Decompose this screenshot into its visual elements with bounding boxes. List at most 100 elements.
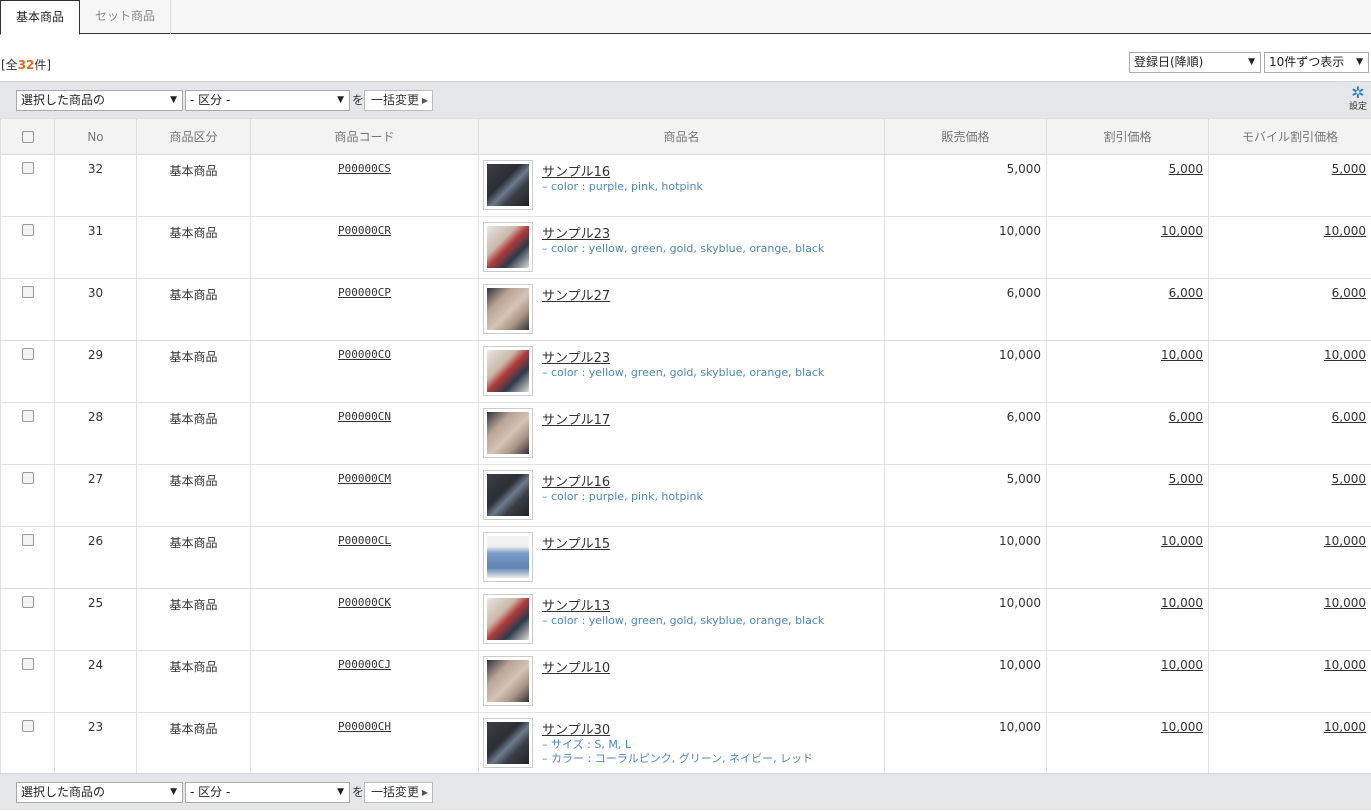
row-no: 27 [54, 464, 137, 527]
product-name-block: サンプル15 [542, 533, 610, 552]
row-type: 基本商品 [136, 588, 251, 651]
product-name-link[interactable]: サンプル16 [542, 471, 703, 490]
bulk-target-select[interactable]: 選択した商品の ▼ [16, 90, 183, 111]
discount-price-link[interactable]: 5,000 [1169, 472, 1203, 486]
product-image [487, 288, 529, 330]
mobile-discount-link[interactable]: 10,000 [1324, 596, 1366, 610]
header-name[interactable]: 商品名 [478, 118, 885, 155]
product-thumbnail[interactable] [483, 656, 533, 706]
row-type: 基本商品 [136, 464, 251, 527]
header-mobile-discount[interactable]: モバイル割引価格 [1208, 118, 1371, 155]
row-checkbox[interactable] [21, 658, 34, 670]
header-discount[interactable]: 割引価格 [1046, 118, 1209, 155]
product-thumbnail[interactable] [483, 222, 533, 272]
count-number: 32 [17, 58, 35, 72]
mobile-discount-link[interactable]: 10,000 [1324, 658, 1366, 672]
row-mobile-cell: 6,000 [1208, 278, 1371, 341]
product-name-block: サンプル16 – color : purple, pink, hotpink [542, 471, 703, 504]
row-type: 基本商品 [136, 278, 251, 341]
product-code-link[interactable]: P00000CO [338, 348, 391, 361]
row-type: 基本商品 [136, 402, 251, 465]
row-checkbox[interactable] [21, 286, 34, 298]
discount-price-link[interactable]: 6,000 [1169, 286, 1203, 300]
product-option: – カラー : コーラルピンク, グリーン, ネイビー, レッド [542, 752, 814, 765]
product-name-link[interactable]: サンプル17 [542, 409, 610, 428]
bulk-change-button-bottom[interactable]: 一括変更 ▶ [364, 782, 433, 803]
row-select-cell [0, 278, 55, 341]
row-price: 6,000 [884, 402, 1047, 465]
product-name-link[interactable]: サンプル16 [542, 161, 703, 180]
product-name-link[interactable]: サンプル13 [542, 595, 824, 614]
discount-price-link[interactable]: 10,000 [1161, 658, 1203, 672]
discount-price-link[interactable]: 5,000 [1169, 162, 1203, 176]
bulk-field-select-bottom[interactable]: - 区分 - ▼ [185, 782, 350, 803]
tab-set-products[interactable]: セット商品 [80, 0, 171, 34]
product-name-link[interactable]: サンプル15 [542, 533, 610, 552]
mobile-discount-link[interactable]: 10,000 [1324, 224, 1366, 238]
product-name-link[interactable]: サンプル30 [542, 719, 813, 738]
header-type[interactable]: 商品区分 [136, 118, 251, 155]
product-code-link[interactable]: P00000CR [338, 224, 391, 237]
row-name-cell: サンプル17 [478, 402, 885, 465]
mobile-discount-link[interactable]: 6,000 [1332, 286, 1366, 300]
product-thumbnail[interactable] [483, 532, 533, 582]
product-thumbnail[interactable] [483, 408, 533, 458]
discount-price-link[interactable]: 10,000 [1161, 348, 1203, 362]
product-thumbnail[interactable] [483, 160, 533, 210]
row-select-cell [0, 526, 55, 589]
product-code-link[interactable]: P00000CJ [338, 658, 391, 671]
row-checkbox[interactable] [21, 720, 34, 732]
tab-basic-products[interactable]: 基本商品 [0, 0, 80, 35]
row-price: 5,000 [884, 154, 1047, 217]
row-checkbox[interactable] [21, 410, 34, 422]
mobile-discount-link[interactable]: 10,000 [1324, 720, 1366, 734]
mobile-discount-link[interactable]: 6,000 [1332, 410, 1366, 424]
row-checkbox[interactable] [21, 534, 34, 546]
product-name-link[interactable]: サンプル23 [542, 347, 824, 366]
sort-order-select[interactable]: 登録日(降順) ▼ [1129, 52, 1261, 73]
table-row: 27 基本商品 P00000CM サンプル16 – color : purple… [0, 464, 1371, 527]
product-code-link[interactable]: P00000CL [338, 534, 391, 547]
bulk-change-button[interactable]: 一括変更 ▶ [364, 90, 433, 111]
mobile-discount-link[interactable]: 10,000 [1324, 348, 1366, 362]
product-code-link[interactable]: P00000CK [338, 596, 391, 609]
product-name-link[interactable]: サンプル10 [542, 657, 610, 676]
discount-price-link[interactable]: 10,000 [1161, 596, 1203, 610]
discount-price-link[interactable]: 6,000 [1169, 410, 1203, 424]
row-no: 24 [54, 650, 137, 713]
per-page-select[interactable]: 10件ずつ表示 ▼ [1264, 52, 1369, 73]
product-thumbnail[interactable] [483, 346, 533, 396]
mobile-discount-link[interactable]: 5,000 [1332, 472, 1366, 486]
bulk-field-select[interactable]: - 区分 - ▼ [185, 90, 350, 111]
product-thumbnail[interactable] [483, 594, 533, 644]
settings-button[interactable]: ✲ 設定 [1347, 85, 1369, 117]
bulk-target-select-bottom[interactable]: 選択した商品の ▼ [16, 782, 183, 803]
product-code-link[interactable]: P00000CM [338, 472, 391, 485]
row-checkbox[interactable] [21, 472, 34, 484]
product-code-link[interactable]: P00000CS [338, 162, 391, 175]
product-thumbnail[interactable] [483, 284, 533, 334]
product-name-link[interactable]: サンプル27 [542, 285, 610, 304]
mobile-discount-link[interactable]: 5,000 [1332, 162, 1366, 176]
product-code-link[interactable]: P00000CP [338, 286, 391, 299]
row-name-cell: サンプル13 – color : yellow, green, gold, sk… [478, 588, 885, 651]
row-checkbox[interactable] [21, 348, 34, 360]
header-price[interactable]: 販売価格 [884, 118, 1047, 155]
discount-price-link[interactable]: 10,000 [1161, 534, 1203, 548]
header-no[interactable]: No [54, 118, 137, 155]
discount-price-link[interactable]: 10,000 [1161, 720, 1203, 734]
row-checkbox[interactable] [21, 162, 34, 174]
mobile-discount-link[interactable]: 10,000 [1324, 534, 1366, 548]
row-checkbox[interactable] [21, 596, 34, 608]
product-thumbnail[interactable] [483, 470, 533, 520]
select-all-checkbox[interactable] [21, 130, 34, 143]
discount-price-link[interactable]: 10,000 [1161, 224, 1203, 238]
product-option: – サイズ : S, M, L [542, 738, 631, 751]
product-thumbnail[interactable] [483, 718, 533, 768]
product-code-link[interactable]: P00000CH [338, 720, 391, 733]
product-code-link[interactable]: P00000CN [338, 410, 391, 423]
header-code[interactable]: 商品コード [250, 118, 479, 155]
row-price: 10,000 [884, 712, 1047, 775]
product-name-link[interactable]: サンプル23 [542, 223, 824, 242]
row-checkbox[interactable] [21, 224, 34, 236]
